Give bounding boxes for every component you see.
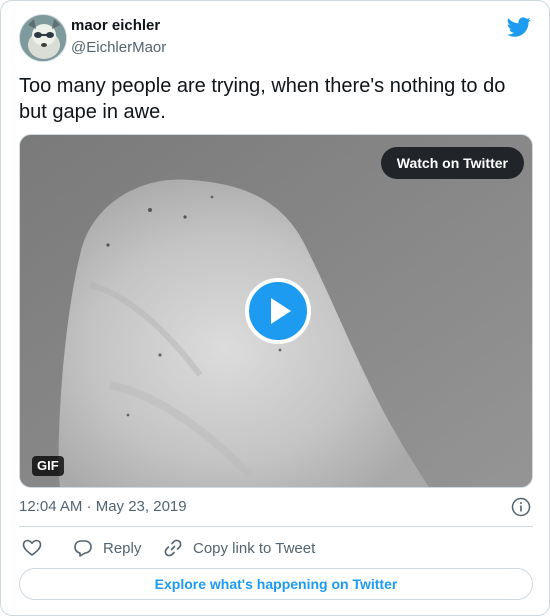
media-player[interactable]: Watch on Twitter GIF xyxy=(19,134,533,488)
divider xyxy=(19,526,533,527)
copy-link-label: Copy link to Tweet xyxy=(193,539,316,557)
author-handle[interactable]: @EichlerMaor xyxy=(71,39,166,56)
info-icon[interactable] xyxy=(511,497,531,517)
reply-icon xyxy=(74,540,92,557)
gif-badge: GIF xyxy=(32,456,64,476)
copy-link-button[interactable]: Copy link to Tweet xyxy=(163,536,315,560)
tweet-timestamp[interactable]: 12:04 AM · May 23, 2019 xyxy=(19,498,187,515)
twitter-bird-icon[interactable] xyxy=(507,15,531,39)
watch-on-twitter-button[interactable]: Watch on Twitter xyxy=(380,147,524,179)
heart-icon xyxy=(22,539,42,556)
avatar-image xyxy=(20,15,66,61)
play-icon[interactable] xyxy=(245,278,311,344)
author-name[interactable]: maor eichler xyxy=(71,17,160,34)
tweet-card: maor eichler @EichlerMaor Too many peopl… xyxy=(0,0,550,616)
avatar[interactable] xyxy=(19,14,67,62)
explore-twitter-button[interactable]: Explore what's happening on Twitter xyxy=(19,568,533,600)
reply-label: Reply xyxy=(103,539,142,557)
like-button[interactable] xyxy=(22,536,42,560)
reply-button[interactable]: Reply xyxy=(73,536,141,560)
tweet-text: Too many people are trying, when there's… xyxy=(19,75,506,123)
tweet-actions: Reply Copy link to Tweet xyxy=(19,536,533,560)
link-icon xyxy=(164,539,182,557)
